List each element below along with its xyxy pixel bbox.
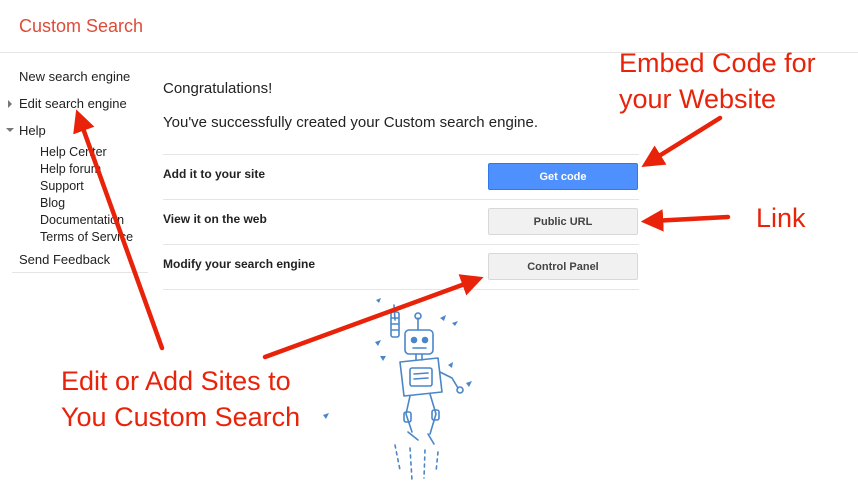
arrow-to-public-url	[640, 209, 731, 232]
arrow-to-control-panel	[262, 274, 484, 360]
annotation-edit-line2: You Custom Search	[61, 402, 301, 432]
arrow-to-edit-search-engine	[73, 109, 165, 351]
annotation-embed-line1: Embed Code for	[619, 48, 816, 78]
annotation-embed-line2: your Website	[619, 84, 777, 114]
annotation-edit-line1: Edit or Add Sites to	[61, 366, 291, 396]
arrow-to-get-code	[641, 115, 723, 167]
annotation-link: Link	[756, 203, 806, 233]
